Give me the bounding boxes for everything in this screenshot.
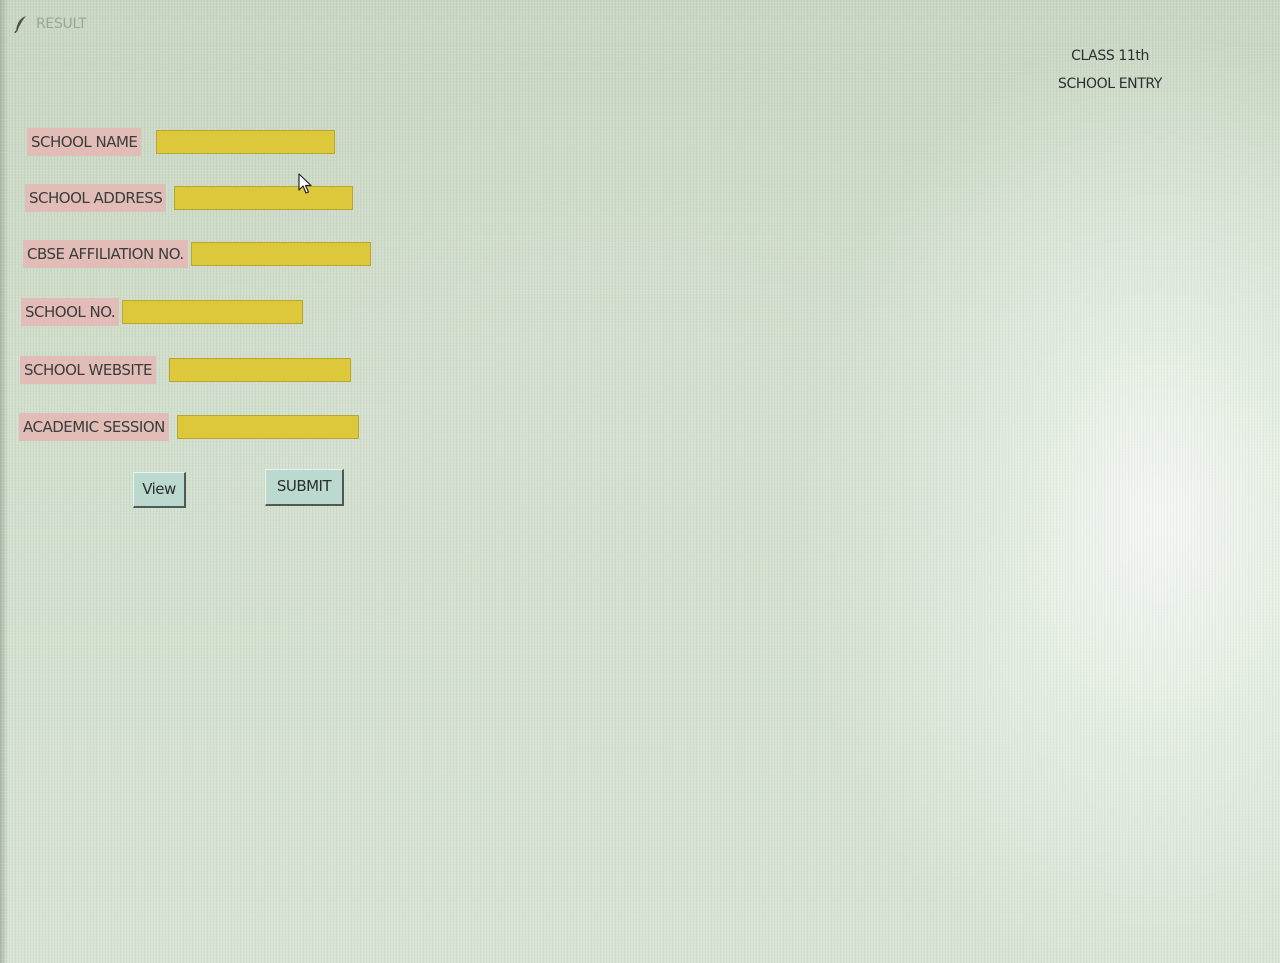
- form-row-school-website: SCHOOL WEBSITE: [20, 356, 351, 384]
- submit-button[interactable]: SUBMIT: [265, 469, 344, 506]
- school-address-label: SCHOOL ADDRESS: [25, 184, 167, 212]
- school-entry-heading: SCHOOL ENTRY: [1058, 76, 1162, 92]
- page-header: CLASS 11th SCHOOL ENTRY: [1040, 42, 1180, 98]
- cbse-affiliation-input[interactable]: [190, 242, 371, 266]
- form-row-cbse-affiliation: CBSE AFFILIATION NO.: [23, 240, 371, 268]
- form-row-school-no: SCHOOL NO.: [21, 298, 304, 326]
- feather-icon: [14, 15, 28, 33]
- school-name-label: SCHOOL NAME: [27, 128, 142, 156]
- academic-session-label: ACADEMIC SESSION: [19, 413, 169, 441]
- form-row-academic-session: ACADEMIC SESSION: [19, 413, 359, 441]
- view-button[interactable]: View: [133, 472, 186, 508]
- academic-session-input[interactable]: [176, 415, 359, 439]
- school-no-label: SCHOOL NO.: [21, 298, 120, 326]
- app-window: RESULT CLASS 11th SCHOOL ENTRY SCHOOL NA…: [0, 0, 1280, 963]
- window-title: RESULT: [36, 16, 87, 32]
- cbse-affiliation-label: CBSE AFFILIATION NO.: [23, 240, 188, 268]
- school-website-input[interactable]: [168, 358, 351, 382]
- title-bar: RESULT: [14, 10, 87, 38]
- school-name-input[interactable]: [156, 130, 336, 154]
- window-left-edge: [0, 0, 8, 963]
- school-no-input[interactable]: [122, 300, 304, 324]
- class-heading: CLASS 11th: [1071, 48, 1149, 64]
- form-row-school-name: SCHOOL NAME: [27, 128, 336, 156]
- school-address-input[interactable]: [174, 186, 354, 210]
- school-website-label: SCHOOL WEBSITE: [20, 356, 156, 384]
- mouse-pointer-icon: [298, 173, 314, 199]
